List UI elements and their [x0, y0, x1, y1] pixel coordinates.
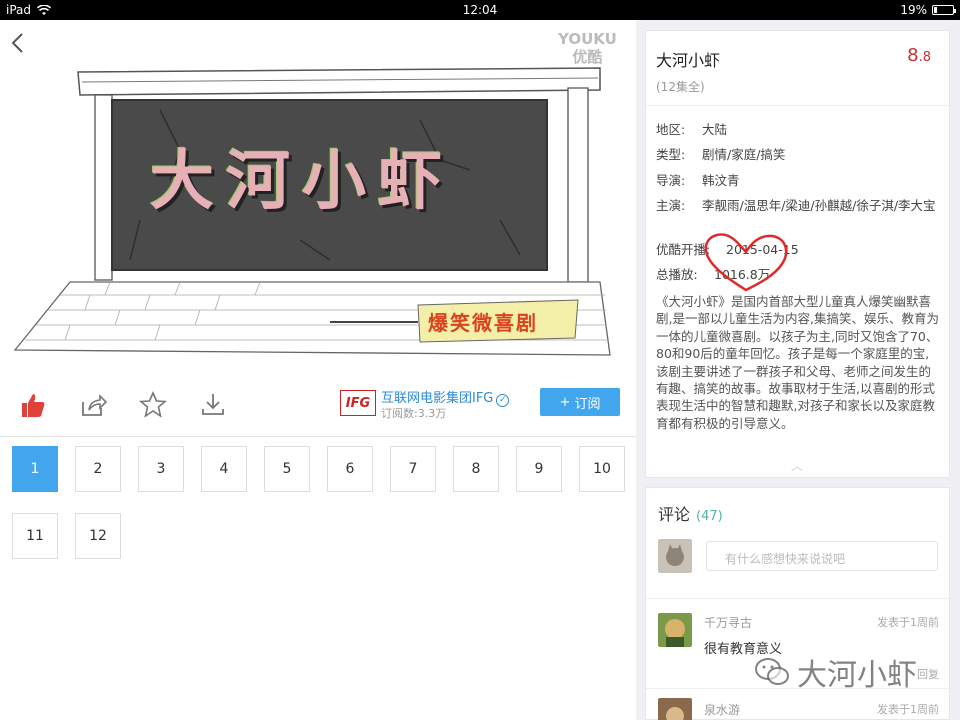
heart-doodle-icon — [704, 233, 788, 292]
divider — [646, 598, 949, 599]
poster-title: 大河小虾 — [150, 145, 454, 219]
meta-label: 类型: — [656, 147, 686, 162]
back-button[interactable] — [10, 32, 42, 64]
episode-button[interactable]: 2 — [75, 446, 121, 492]
video-poster[interactable]: 大河小虾 爆笑微喜剧 YOUKU 优酷 — [0, 20, 636, 378]
watermark-line2: 优酷 — [572, 48, 603, 66]
avatar — [658, 613, 692, 647]
meta-label: 主演: — [656, 198, 686, 213]
download-icon[interactable] — [198, 390, 228, 420]
comment-input[interactable]: 有什么感想快来说说吧 — [706, 541, 938, 571]
plus-icon: + — [559, 394, 571, 410]
subscribe-label: 订阅 — [574, 396, 601, 412]
info-card: 大河小虾 8.8 (12集全) 地区: 大陆 类型: 剧情/家庭/搞笑 导演: 韩汶青… — [645, 30, 950, 478]
comment-time: 发表于1周前 — [877, 616, 939, 629]
episode-button[interactable]: 6 — [327, 446, 373, 492]
star-icon[interactable] — [138, 390, 168, 420]
divider — [646, 105, 949, 106]
wechat-icon — [755, 658, 789, 685]
meta-cast: 主演: 李靓雨/温思年/梁迪/孙麒越/徐子淇/李大宝 — [656, 197, 941, 214]
wechat-watermark-text: 大河小虾 — [797, 658, 917, 693]
episode-button[interactable]: 4 — [201, 446, 247, 492]
meta-value: 韩汶青 — [702, 173, 740, 188]
show-title: 大河小虾 — [656, 51, 721, 70]
episode-button[interactable]: 8 — [453, 446, 499, 492]
comments-count: (47) — [696, 509, 723, 524]
comments-title-text: 评论 — [658, 505, 691, 524]
verified-check-icon: ✓ — [496, 394, 510, 407]
subscribe-button[interactable]: + 订阅 — [540, 388, 620, 416]
comment-time: 发表于1周前 — [877, 703, 939, 716]
meta-value: 李靓雨/温思年/梁迪/孙麒越/徐子淇/李大宝 — [702, 198, 936, 213]
meta-region: 地区: 大陆 — [656, 121, 941, 138]
description: 《大河小虾》是国内首部大型儿童真人爆笑幽默喜剧,是一部以儿童生活为内容,集搞笑、… — [656, 294, 939, 431]
meta-value: 大陆 — [702, 122, 728, 137]
meta-value: 剧情/家庭/搞笑 — [702, 147, 786, 162]
chevron-up-icon[interactable]: ︿ — [791, 457, 803, 474]
meta-premiere: 优酷开播: 2015-04-15 — [656, 241, 941, 258]
status-right: 19% — [900, 3, 956, 17]
episode-button[interactable]: 5 — [264, 446, 310, 492]
thumbs-up-icon[interactable] — [18, 390, 48, 420]
channel-name-text: 互联网电影集团IFG — [381, 391, 494, 406]
avatar — [658, 539, 692, 573]
watermark-line1: YOUKU — [558, 30, 617, 48]
episode-button[interactable]: 7 — [390, 446, 436, 492]
status-bar: iPad 12:04 19% — [0, 0, 960, 20]
episode-button[interactable]: 12 — [75, 513, 121, 559]
channel-name[interactable]: 互联网电影集团IFG ✓ — [381, 387, 510, 407]
channel-logo[interactable]: IFG — [340, 390, 376, 416]
poster-banner-text: 爆笑微喜剧 — [428, 311, 538, 335]
wechat-watermark: 大河小虾 — [755, 650, 917, 694]
comments-title: 评论 (47) — [658, 501, 723, 525]
youku-watermark: YOUKU 优酷 — [558, 30, 617, 66]
meta-label: 地区: — [656, 122, 686, 137]
rating-score: 8.8 — [907, 45, 931, 66]
action-bar: IFG 互联网电影集团IFG ✓ 订阅数:3.3万 + 订阅 — [0, 378, 636, 436]
meta-genre: 类型: 剧情/家庭/搞笑 — [656, 146, 941, 163]
battery-fill — [934, 7, 937, 13]
score-decimal: .8 — [918, 50, 931, 65]
comment-user[interactable]: 泉水游 — [704, 701, 740, 718]
meta-director: 导演: 韩汶青 — [656, 172, 941, 189]
score-integer: 8 — [907, 45, 919, 66]
episode-button[interactable]: 9 — [516, 446, 562, 492]
avatar — [658, 698, 692, 720]
share-icon[interactable] — [78, 390, 108, 420]
battery-percent: 19% — [900, 3, 927, 17]
battery-icon — [932, 5, 956, 15]
episode-button[interactable]: 3 — [138, 446, 184, 492]
status-time: 12:04 — [462, 3, 498, 17]
left-panel: 大河小虾 爆笑微喜剧 YOUKU 优酷 IFG 互联网电影集团IFG ✓ 订阅数:… — [0, 20, 636, 720]
divider — [0, 436, 636, 437]
subscriber-count: 订阅数:3.3万 — [381, 407, 447, 420]
episode-button[interactable]: 10 — [579, 446, 625, 492]
chevron-left-icon — [11, 33, 23, 53]
comment-user[interactable]: 千万寻古 — [704, 614, 752, 631]
episode-button[interactable]: 1 — [12, 446, 58, 492]
episode-count: (12集全) — [656, 80, 705, 94]
episode-button[interactable]: 11 — [12, 513, 58, 559]
meta-plays: 总播放: 1016.8万 — [656, 266, 941, 283]
meta-label: 导演: — [656, 173, 686, 188]
reply-button[interactable]: 回复 — [917, 666, 939, 682]
